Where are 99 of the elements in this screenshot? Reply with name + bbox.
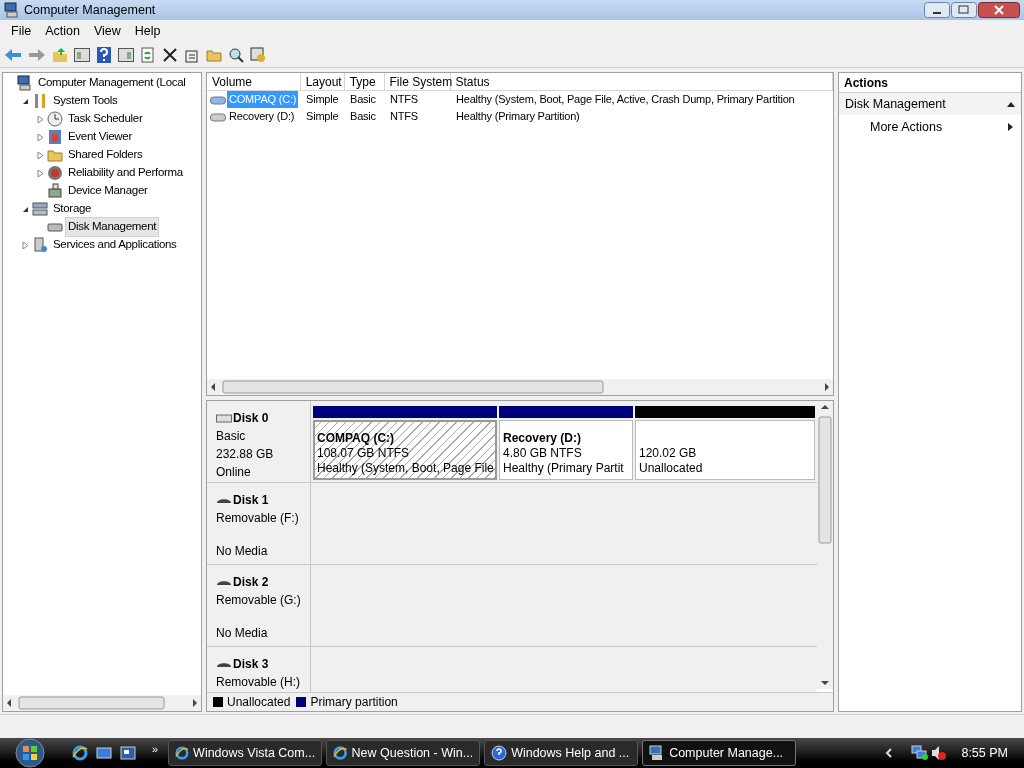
browser-icon xyxy=(175,745,190,761)
submenu-arrow-icon xyxy=(1008,123,1013,131)
tree-item[interactable]: Task Scheduler xyxy=(65,109,146,129)
device-icon xyxy=(47,183,63,199)
vertical-scrollbar[interactable] xyxy=(817,401,833,689)
taskbar-button[interactable]: Computer Manage... xyxy=(642,740,797,766)
tree-item[interactable]: Event Viewer xyxy=(65,127,135,147)
computer-icon xyxy=(4,2,20,18)
window-switch-icon[interactable] xyxy=(120,745,136,761)
column-header[interactable]: File System xyxy=(384,73,451,90)
tree-item[interactable]: Device Manager xyxy=(65,181,151,201)
help-icon[interactable] xyxy=(96,46,112,63)
collapsed-triangle-icon[interactable] xyxy=(37,115,44,123)
partition-size: 108.07 GB NTFS xyxy=(317,446,411,461)
disk-name: Disk 1 xyxy=(233,492,269,509)
back-arrow-icon[interactable] xyxy=(4,46,22,63)
partition-status: Healthy (Primary Partit xyxy=(503,461,625,476)
action-item[interactable]: More Actions xyxy=(839,115,1021,139)
partition-size: 120.02 GB xyxy=(639,446,698,461)
storage-icon xyxy=(32,201,48,217)
table-cell-text: Healthy (Primary Partition) xyxy=(455,109,581,125)
menu-item[interactable]: Action xyxy=(38,21,87,41)
disk-type: Removable (H:) xyxy=(216,674,301,691)
taskbar-button[interactable]: New Question - Win... xyxy=(326,740,481,766)
folder-icon xyxy=(47,147,63,163)
table-cell-text: Simple xyxy=(305,109,340,125)
partition-name: COMPAQ (C:) xyxy=(317,431,396,446)
collapse-triangle-icon[interactable] xyxy=(1007,101,1015,107)
table-cell[interactable]: Recovery (D:) xyxy=(227,108,297,125)
browser-icon xyxy=(333,745,348,761)
window-title: Computer Management xyxy=(24,1,157,19)
taskbar-button[interactable]: Windows Help and ... xyxy=(484,740,639,766)
refresh-icon[interactable] xyxy=(140,46,156,63)
table-cell-text: NTFS xyxy=(389,109,419,125)
services-icon xyxy=(32,237,48,253)
tree-item[interactable]: Reliability and Performa xyxy=(65,163,186,183)
disk-name: Disk 3 xyxy=(233,656,269,673)
tree-item[interactable]: Computer Management (Local xyxy=(35,73,189,93)
computer-icon xyxy=(17,75,33,91)
overflow-chevron[interactable]: » xyxy=(152,740,159,758)
expanded-triangle-icon[interactable] xyxy=(22,97,29,105)
expanded-triangle-icon[interactable] xyxy=(22,205,29,213)
disk-status: Online xyxy=(216,464,252,481)
taskbar-button[interactable]: Windows Vista Com... xyxy=(168,740,323,766)
network-icon[interactable] xyxy=(911,745,930,761)
tree-item[interactable]: Storage xyxy=(50,199,95,219)
menu-item[interactable]: View xyxy=(86,21,128,41)
table-cell-text: Basic xyxy=(349,92,377,108)
partition-status: Unallocated xyxy=(639,461,704,476)
drive-icon xyxy=(210,111,226,122)
tree-item[interactable]: Shared Folders xyxy=(65,145,146,165)
tree-item[interactable]: System Tools xyxy=(50,91,121,111)
log-icon xyxy=(47,129,63,145)
horizontal-scrollbar[interactable] xyxy=(207,379,833,395)
menu-item[interactable]: File xyxy=(4,21,39,41)
disk-name: Disk 0 xyxy=(233,410,269,427)
table-cell-text: Basic xyxy=(349,109,377,125)
disk-type: Removable (F:) xyxy=(216,510,300,527)
collapsed-triangle-icon[interactable] xyxy=(37,151,44,159)
column-header[interactable]: Volume xyxy=(207,73,301,90)
drive-icon xyxy=(210,94,226,105)
delete-icon[interactable] xyxy=(162,46,178,63)
tree-item[interactable]: Services and Applications xyxy=(50,235,180,255)
disk-status: No Media xyxy=(216,543,269,560)
volume-muted-icon[interactable] xyxy=(931,745,948,761)
partition-name: Recovery (D:) xyxy=(503,431,583,446)
tray-expand-icon[interactable] xyxy=(885,748,894,758)
partition-size: 4.80 GB NTFS xyxy=(503,446,583,461)
collapsed-triangle-icon[interactable] xyxy=(22,241,29,249)
clock-icon xyxy=(47,111,63,127)
minimize-button[interactable] xyxy=(924,2,950,18)
column-header[interactable]: Type xyxy=(344,73,385,90)
help-icon xyxy=(491,745,508,761)
magnifier-icon[interactable] xyxy=(228,46,244,63)
tree-item[interactable]: Disk Management xyxy=(65,217,160,237)
table-cell-text: NTFS xyxy=(389,92,419,108)
table-cell-text: Healthy (System, Boot, Page File, Active, Crash Dump, Primary Partition xyxy=(455,92,796,108)
column-header[interactable]: Layout xyxy=(300,73,345,90)
disk-size: 232.88 GB xyxy=(216,446,275,463)
horizontal-scrollbar[interactable] xyxy=(3,695,201,711)
disk-type: Basic xyxy=(216,428,247,445)
menu-item[interactable]: Help xyxy=(127,21,168,41)
disk-name: Disk 2 xyxy=(233,574,269,591)
actions-section-header[interactable]: Disk Management xyxy=(839,93,1021,115)
legend-label: Primary partition xyxy=(310,694,398,711)
disk-type: Removable (G:) xyxy=(216,592,301,609)
browser-icon[interactable] xyxy=(72,745,88,761)
legend-label: Unallocated xyxy=(227,694,291,711)
clock[interactable]: 8:55 PM xyxy=(961,743,1008,763)
desktop-icon[interactable] xyxy=(96,745,112,761)
collapsed-triangle-icon[interactable] xyxy=(37,169,44,177)
disk-status: No Media xyxy=(216,625,269,642)
partition-status: Healthy (System, Boot, Page File xyxy=(317,461,493,476)
pane-toggle-icon[interactable] xyxy=(74,46,90,63)
up-folder-icon[interactable] xyxy=(52,46,68,63)
close-button[interactable] xyxy=(978,2,1020,18)
pane-toggle-icon[interactable] xyxy=(118,46,134,63)
collapsed-triangle-icon[interactable] xyxy=(37,133,44,141)
table-cell-text: Simple xyxy=(305,92,340,108)
